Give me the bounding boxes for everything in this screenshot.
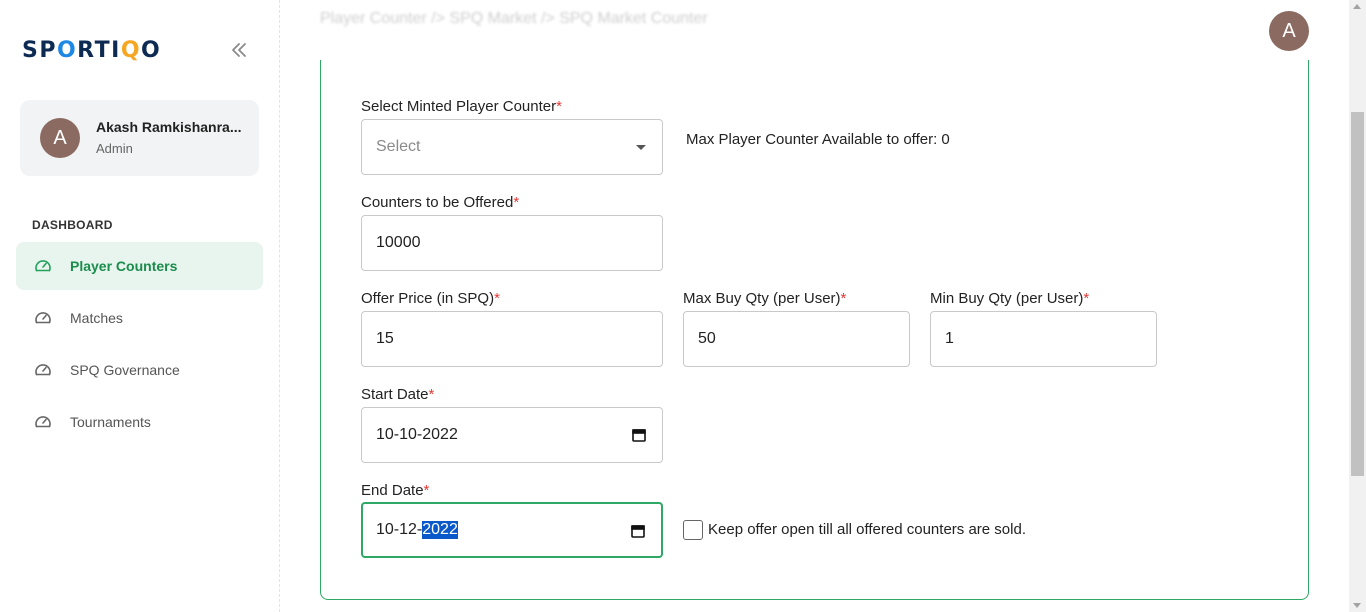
user-profile-card[interactable]: A Akash Ramkishanra... Admin [20, 100, 259, 176]
selected-year-segment: 2022 [422, 521, 458, 539]
gauge-icon [35, 312, 51, 324]
user-role: Admin [96, 141, 133, 156]
start-date-input[interactable]: 10-10-2022 [361, 407, 663, 463]
sidebar-item-spq-governance[interactable]: SPQ Governance [16, 346, 263, 394]
sidebar-item-player-counters[interactable]: Player Counters [16, 242, 263, 290]
user-name: Akash Ramkishanra... [96, 119, 242, 135]
input-value: 15 [376, 330, 394, 347]
min-buy-label: Min Buy Qty (per User)* [930, 290, 1090, 307]
select-placeholder: Select [376, 138, 421, 155]
keep-open-checkbox[interactable] [683, 520, 703, 540]
user-avatar: A [40, 118, 80, 158]
sidebar-item-label: Player Counters [70, 258, 178, 274]
account-avatar[interactable]: A [1269, 11, 1309, 51]
double-chevron-left-icon [232, 43, 246, 57]
max-available-text: Max Player Counter Available to offer: 0 [686, 131, 950, 148]
gauge-icon [35, 260, 51, 272]
keep-open-label[interactable]: Keep offer open till all offered counter… [708, 521, 1026, 538]
max-buy-input[interactable]: 50 [683, 311, 910, 367]
offer-price-label: Offer Price (in SPQ)* [361, 290, 500, 307]
input-value: 10000 [376, 234, 421, 251]
scrollbar-thumb[interactable] [1351, 112, 1364, 476]
sidebar-item-label: Tournaments [70, 414, 151, 430]
input-value: 50 [698, 330, 716, 347]
page-scrollbar[interactable] [1349, 0, 1366, 612]
min-buy-input[interactable]: 1 [930, 311, 1157, 367]
sidebar-item-label: Matches [70, 310, 123, 326]
collapse-sidebar-button[interactable] [228, 40, 250, 62]
sidebar-item-matches[interactable]: Matches [16, 294, 263, 342]
minted-counter-select[interactable]: Select [361, 119, 663, 175]
end-date-label: End Date* [361, 482, 430, 499]
end-date-input[interactable]: 10-12- 2022 [361, 502, 663, 558]
calendar-icon[interactable] [631, 427, 647, 443]
input-value: 10-12- [376, 521, 423, 538]
sidebar-item-tournaments[interactable]: Tournaments [16, 398, 263, 446]
scroll-down-arrow-icon[interactable] [1353, 603, 1361, 608]
sportiqo-logo[interactable]: SPORTIQO [22, 38, 161, 63]
gauge-icon [35, 364, 51, 376]
calendar-icon[interactable] [630, 523, 646, 539]
input-value: 10-10-2022 [376, 426, 458, 443]
minted-counter-label: Select Minted Player Counter* [361, 98, 562, 115]
sidebar: SPORTIQO A Akash Ramkishanra... Admin DA… [0, 0, 280, 612]
start-date-label: Start Date* [361, 386, 435, 403]
gauge-icon [35, 416, 51, 428]
offer-price-input[interactable]: 15 [361, 311, 663, 367]
input-value: 1 [945, 330, 954, 347]
max-buy-label: Max Buy Qty (per User)* [683, 290, 847, 307]
breadcrumb: Player Counter /> SPQ Market /> SPQ Mark… [320, 10, 708, 27]
section-title-dashboard: DASHBOARD [32, 218, 113, 232]
sidebar-item-label: SPQ Governance [70, 362, 180, 378]
caret-down-icon [636, 145, 646, 150]
scroll-up-arrow-icon[interactable] [1353, 4, 1361, 9]
counters-offered-input[interactable]: 10000 [361, 215, 663, 271]
counters-offered-label: Counters to be Offered* [361, 194, 520, 211]
